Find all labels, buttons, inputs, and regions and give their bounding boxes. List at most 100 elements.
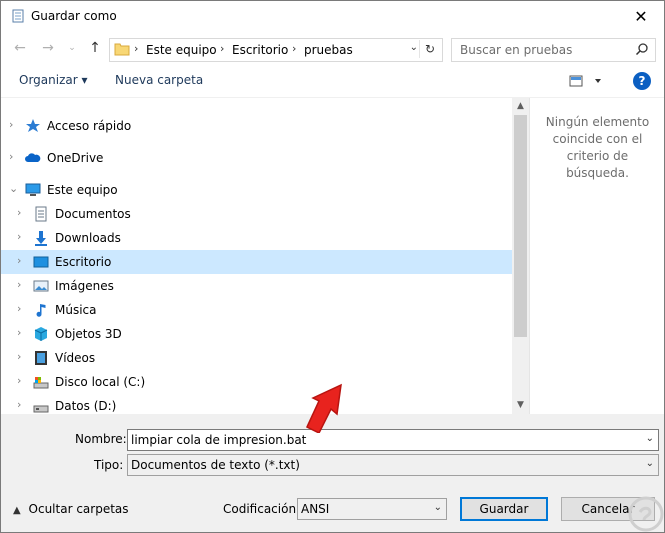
encoding-select[interactable]: ANSI ⌄ — [297, 498, 447, 520]
close-button[interactable]: ✕ — [618, 1, 664, 31]
save-as-dialog: Guardar como ✕ ← → ⌄ ↑ › Este equipo › E… — [0, 0, 665, 533]
tree-item-label: Acceso rápido — [47, 119, 132, 133]
chevron-right-icon[interactable]: › — [9, 119, 19, 131]
tree-item-label: Imágenes — [55, 279, 114, 293]
breadcrumb-pruebas[interactable]: pruebas — [304, 43, 353, 57]
breadcrumb-este-equipo[interactable]: Este equipo — [146, 43, 217, 57]
tree-item-onedrive[interactable]: › OneDrive — [1, 146, 512, 170]
tree-item-label: Música — [55, 303, 97, 317]
search-icon — [635, 43, 648, 56]
up-button[interactable]: ↑ — [86, 39, 104, 57]
drive-d-icon — [33, 405, 49, 413]
tree-item-objetos-3d[interactable]: › Objetos 3D — [1, 322, 512, 346]
title-bar: Guardar como ✕ — [1, 1, 664, 31]
chevron-down-icon[interactable]: ⌄ — [646, 433, 654, 444]
pictures-icon — [33, 280, 49, 292]
view-options-button[interactable] — [569, 73, 601, 89]
scroll-down-icon[interactable]: ▼ — [512, 397, 529, 414]
tree-item-downloads[interactable]: › Downloads — [1, 226, 512, 250]
navigation-pane[interactable]: › Acceso rápido › OneDrive ⌄ Este equipo… — [1, 98, 512, 414]
videos-icon — [35, 351, 47, 365]
desktop-icon — [33, 256, 49, 268]
encoding-label: Codificación: — [223, 502, 301, 516]
tree-item-documentos[interactable]: › Documentos — [1, 202, 512, 226]
star-icon — [26, 119, 40, 132]
chevron-right-icon: › — [292, 42, 297, 55]
tree-item-label: Este equipo — [47, 183, 118, 197]
recent-locations-button[interactable]: ⌄ — [63, 39, 81, 57]
organize-button[interactable]: Organizar ▾ — [19, 73, 88, 87]
back-button[interactable]: ← — [11, 39, 29, 57]
drive-c-icon — [33, 377, 49, 389]
address-dropdown-icon[interactable]: ⌄ — [410, 42, 418, 53]
close-icon: ✕ — [634, 6, 648, 26]
help-button[interactable]: ? — [633, 72, 651, 90]
tree-item-datos-d[interactable]: › Datos (D:) — [1, 394, 512, 414]
tree-item-label: Documentos — [55, 207, 131, 221]
tree-item-acceso-rapido[interactable]: › Acceso rápido — [1, 114, 512, 138]
forward-button[interactable]: → — [39, 39, 57, 57]
search-input[interactable]: Buscar en pruebas — [460, 43, 572, 57]
tree-scrollbar[interactable]: ▲ ▼ — [512, 98, 529, 414]
tree-item-disco-local-c[interactable]: › Disco local (C:) — [1, 370, 512, 394]
documents-icon — [35, 206, 47, 222]
tree-item-imagenes[interactable]: › Imágenes — [1, 274, 512, 298]
tree-item-label: Datos (D:) — [55, 399, 117, 413]
tree-item-label: Vídeos — [55, 351, 96, 365]
chevron-down-icon[interactable]: ⌄ — [434, 502, 442, 513]
encoding-value: ANSI — [301, 502, 330, 516]
chevron-down-icon[interactable]: ⌄ — [9, 183, 19, 195]
file-type-select[interactable]: Documentos de texto (*.txt) ⌄ — [127, 454, 659, 476]
search-box[interactable]: Buscar en pruebas — [451, 38, 656, 62]
chevron-right-icon: › — [220, 42, 225, 55]
computer-icon — [25, 183, 41, 196]
chevron-right-icon[interactable]: › — [9, 151, 19, 163]
download-icon — [35, 231, 47, 246]
address-row: ← → ⌄ ↑ › Este equipo › Escritorio › pru… — [1, 35, 664, 63]
save-button[interactable]: Guardar — [460, 497, 548, 521]
chevron-right-icon[interactable]: › — [17, 255, 27, 267]
chevron-right-icon[interactable]: › — [17, 231, 27, 243]
new-folder-button[interactable]: Nueva carpeta — [115, 73, 203, 87]
file-name-label: Nombre: — [75, 432, 127, 446]
file-name-value: limpiar cola de impresion.bat — [131, 433, 307, 447]
file-name-field[interactable]: limpiar cola de impresion.bat ⌄ — [127, 429, 659, 451]
arrow-right-icon: → — [42, 40, 54, 56]
arrow-up-icon: ↑ — [89, 40, 101, 56]
hide-folders-button[interactable]: ▲ Ocultar carpetas — [13, 502, 129, 516]
tree-item-label: Disco local (C:) — [55, 375, 146, 389]
scroll-up-icon[interactable]: ▲ — [512, 98, 529, 115]
arrow-left-icon: ← — [14, 40, 26, 56]
chevron-right-icon[interactable]: › — [17, 279, 27, 291]
watermark-logo-icon — [628, 496, 664, 532]
chevron-down-icon: ⌄ — [68, 43, 76, 53]
tree-item-este-equipo[interactable]: ⌄ Este equipo — [1, 178, 512, 202]
tree-item-musica[interactable]: › Música — [1, 298, 512, 322]
tree-item-label: Escritorio — [55, 255, 112, 269]
scroll-thumb[interactable] — [514, 115, 527, 337]
chevron-right-icon[interactable]: › — [17, 303, 27, 315]
annotation-arrow-icon — [306, 383, 342, 433]
empty-results-message: Ningún elemento coincide con el criterio… — [545, 115, 650, 180]
address-bar[interactable]: › Este equipo › Escritorio › pruebas ⌄ ↻ — [109, 38, 443, 62]
cube-icon — [34, 327, 48, 341]
window-title: Guardar como — [31, 9, 117, 23]
refresh-icon[interactable]: ↻ — [419, 40, 440, 58]
breadcrumb-escritorio[interactable]: Escritorio — [232, 43, 288, 57]
view-icon — [569, 75, 601, 87]
chevron-right-icon[interactable]: › — [17, 327, 27, 339]
results-pane: Ningún elemento coincide con el criterio… — [529, 98, 664, 414]
tree-item-videos[interactable]: › Vídeos — [1, 346, 512, 370]
file-type-label: Tipo: — [94, 458, 124, 472]
help-icon: ? — [638, 74, 646, 88]
chevron-right-icon[interactable]: › — [17, 351, 27, 363]
chevron-right-icon[interactable]: › — [17, 375, 27, 387]
tree-item-label: OneDrive — [47, 151, 104, 165]
chevron-right-icon[interactable]: › — [17, 399, 27, 411]
tree-item-label: Downloads — [55, 231, 121, 245]
command-bar: Organizar ▾ Nueva carpeta ? — [1, 65, 664, 95]
chevron-down-icon[interactable]: ⌄ — [646, 458, 654, 469]
chevron-right-icon[interactable]: › — [17, 207, 27, 219]
chevron-right-icon: › — [134, 42, 139, 55]
tree-item-escritorio[interactable]: › Escritorio — [1, 250, 512, 274]
